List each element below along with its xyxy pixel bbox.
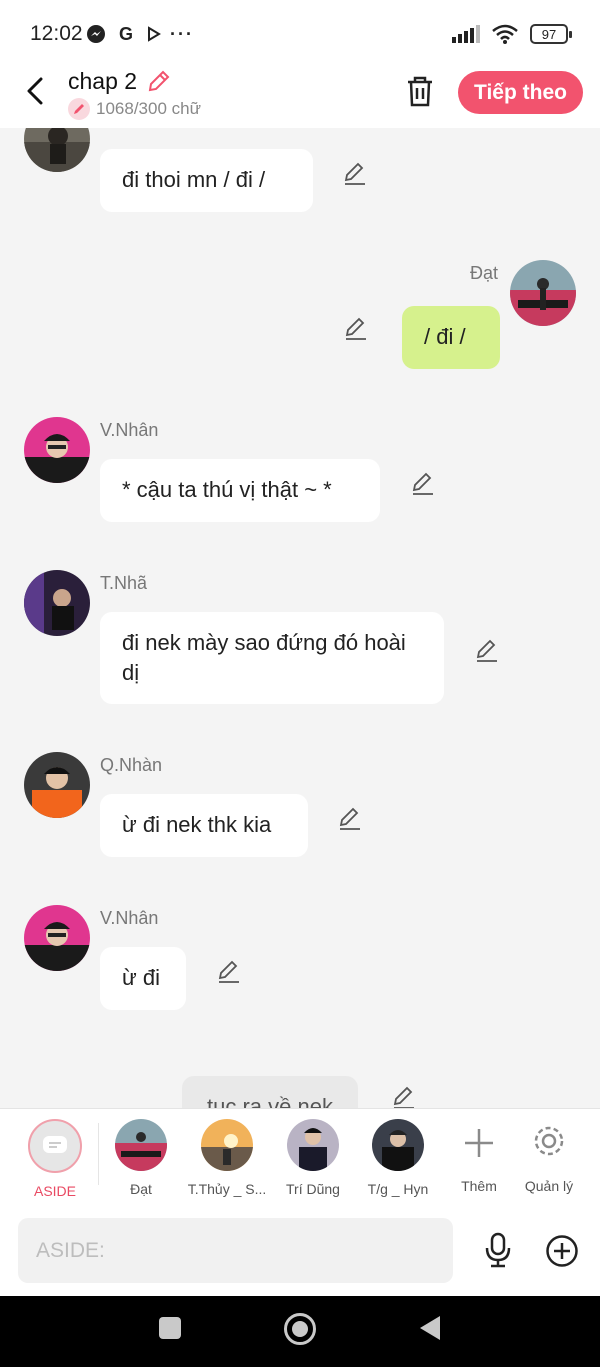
message-input[interactable] — [18, 1218, 453, 1283]
avatar[interactable] — [24, 905, 90, 971]
chat-area[interactable]: đi thoi mn / đi / Đạt / đi / V.Nhân * cậ… — [0, 128, 600, 1108]
word-count: 1068/300 chữ — [68, 98, 201, 120]
avatar — [372, 1119, 424, 1171]
edit-message-icon[interactable] — [216, 958, 242, 984]
edit-message-icon[interactable] — [342, 160, 368, 186]
chapter-title[interactable]: chap 2 — [68, 68, 137, 95]
avatar[interactable] — [510, 260, 576, 326]
home-icon — [292, 1321, 308, 1337]
message-bubble[interactable]: / đi / — [402, 306, 500, 369]
add-media-icon[interactable] — [545, 1234, 579, 1268]
aside-bubble[interactable]: tuc ra về nek — [182, 1076, 358, 1108]
edit-title-icon[interactable] — [146, 68, 172, 94]
avatar[interactable] — [24, 128, 90, 172]
editor-header: chap 2 1068/300 chữ Tiếp theo — [0, 62, 600, 128]
character-tthuy[interactable]: T.Thủy _ S... — [182, 1119, 272, 1197]
chat-bubble-icon — [43, 1136, 67, 1153]
edit-message-icon[interactable] — [410, 470, 436, 496]
avatar[interactable] — [24, 570, 90, 636]
character-tri-dung[interactable]: Trí Dũng — [268, 1119, 358, 1197]
message-bubble[interactable]: ừ đi — [100, 947, 186, 1010]
sender-name: V.Nhân — [100, 908, 159, 928]
avatar — [201, 1119, 253, 1171]
pencil-icon — [68, 98, 90, 120]
home-button[interactable] — [284, 1313, 316, 1345]
signal-icon — [452, 25, 480, 43]
microphone-icon[interactable] — [482, 1232, 514, 1268]
edit-message-icon[interactable] — [337, 805, 363, 831]
avatar[interactable] — [24, 752, 90, 818]
back-nav-icon[interactable] — [418, 1314, 442, 1342]
character-name: Trí Dũng — [286, 1181, 340, 1197]
status-bar: 12:02 G ··· 97 — [0, 0, 600, 62]
message-bubble[interactable]: đi thoi mn / đi / — [100, 149, 313, 212]
message-bubble[interactable]: đi nek mày sao đứng đó hoài dị — [100, 612, 444, 704]
character-dat[interactable]: Đạt — [96, 1119, 186, 1197]
google-icon: G — [118, 23, 133, 44]
play-icon — [148, 26, 161, 42]
avatar — [287, 1119, 339, 1171]
sender-name: T.Nhã — [100, 573, 148, 593]
edit-message-icon[interactable] — [391, 1084, 417, 1108]
chevron-left-icon — [27, 77, 43, 105]
wifi-icon — [492, 24, 518, 44]
character-aside[interactable]: ASIDE — [10, 1119, 100, 1199]
character-bar: ASIDE Đạt T.Thủy _ S... Trí Dũng T/g _ H… — [0, 1108, 600, 1206]
message-bubble[interactable]: * cậu ta thú vị thật ~ * — [100, 459, 380, 522]
plus-icon — [465, 1129, 493, 1157]
battery-indicator: 97 — [530, 24, 572, 44]
character-name: T.Thủy _ S... — [187, 1181, 267, 1197]
character-name: T/g _ Hyn — [367, 1181, 429, 1197]
recent-apps-button[interactable] — [159, 1317, 181, 1339]
word-count-label: 1068/300 chữ — [96, 99, 201, 118]
sender-name: Q.Nhàn — [100, 755, 163, 775]
character-name: ASIDE — [33, 1183, 76, 1199]
system-nav-bar — [0, 1296, 600, 1367]
character-tg-hyn[interactable]: T/g _ Hyn — [353, 1119, 443, 1197]
edit-message-icon[interactable] — [474, 637, 500, 663]
sender-name: Đạt — [470, 263, 499, 283]
input-bar — [0, 1206, 600, 1296]
system-icons: 97 — [452, 24, 572, 44]
notification-icons: G ··· — [86, 24, 192, 44]
character-name: Quản lý — [524, 1178, 574, 1194]
delete-button[interactable] — [404, 74, 436, 108]
edit-message-icon[interactable] — [343, 315, 369, 341]
aside-avatar — [28, 1119, 82, 1173]
manage-characters-button[interactable]: Quản lý — [504, 1119, 594, 1194]
message-bubble[interactable]: ừ đi nek thk kia — [100, 794, 308, 857]
character-name: Đạt — [130, 1181, 152, 1197]
more-notifications-icon: ··· — [170, 23, 194, 44]
back-button[interactable] — [20, 74, 50, 108]
messenger-icon — [87, 25, 105, 43]
avatar — [115, 1119, 167, 1171]
status-time: 12:02 — [30, 22, 83, 45]
sender-name: V.Nhân — [100, 420, 159, 440]
avatar[interactable] — [24, 417, 90, 483]
gear-icon — [534, 1126, 564, 1156]
next-button[interactable]: Tiếp theo — [458, 71, 583, 114]
